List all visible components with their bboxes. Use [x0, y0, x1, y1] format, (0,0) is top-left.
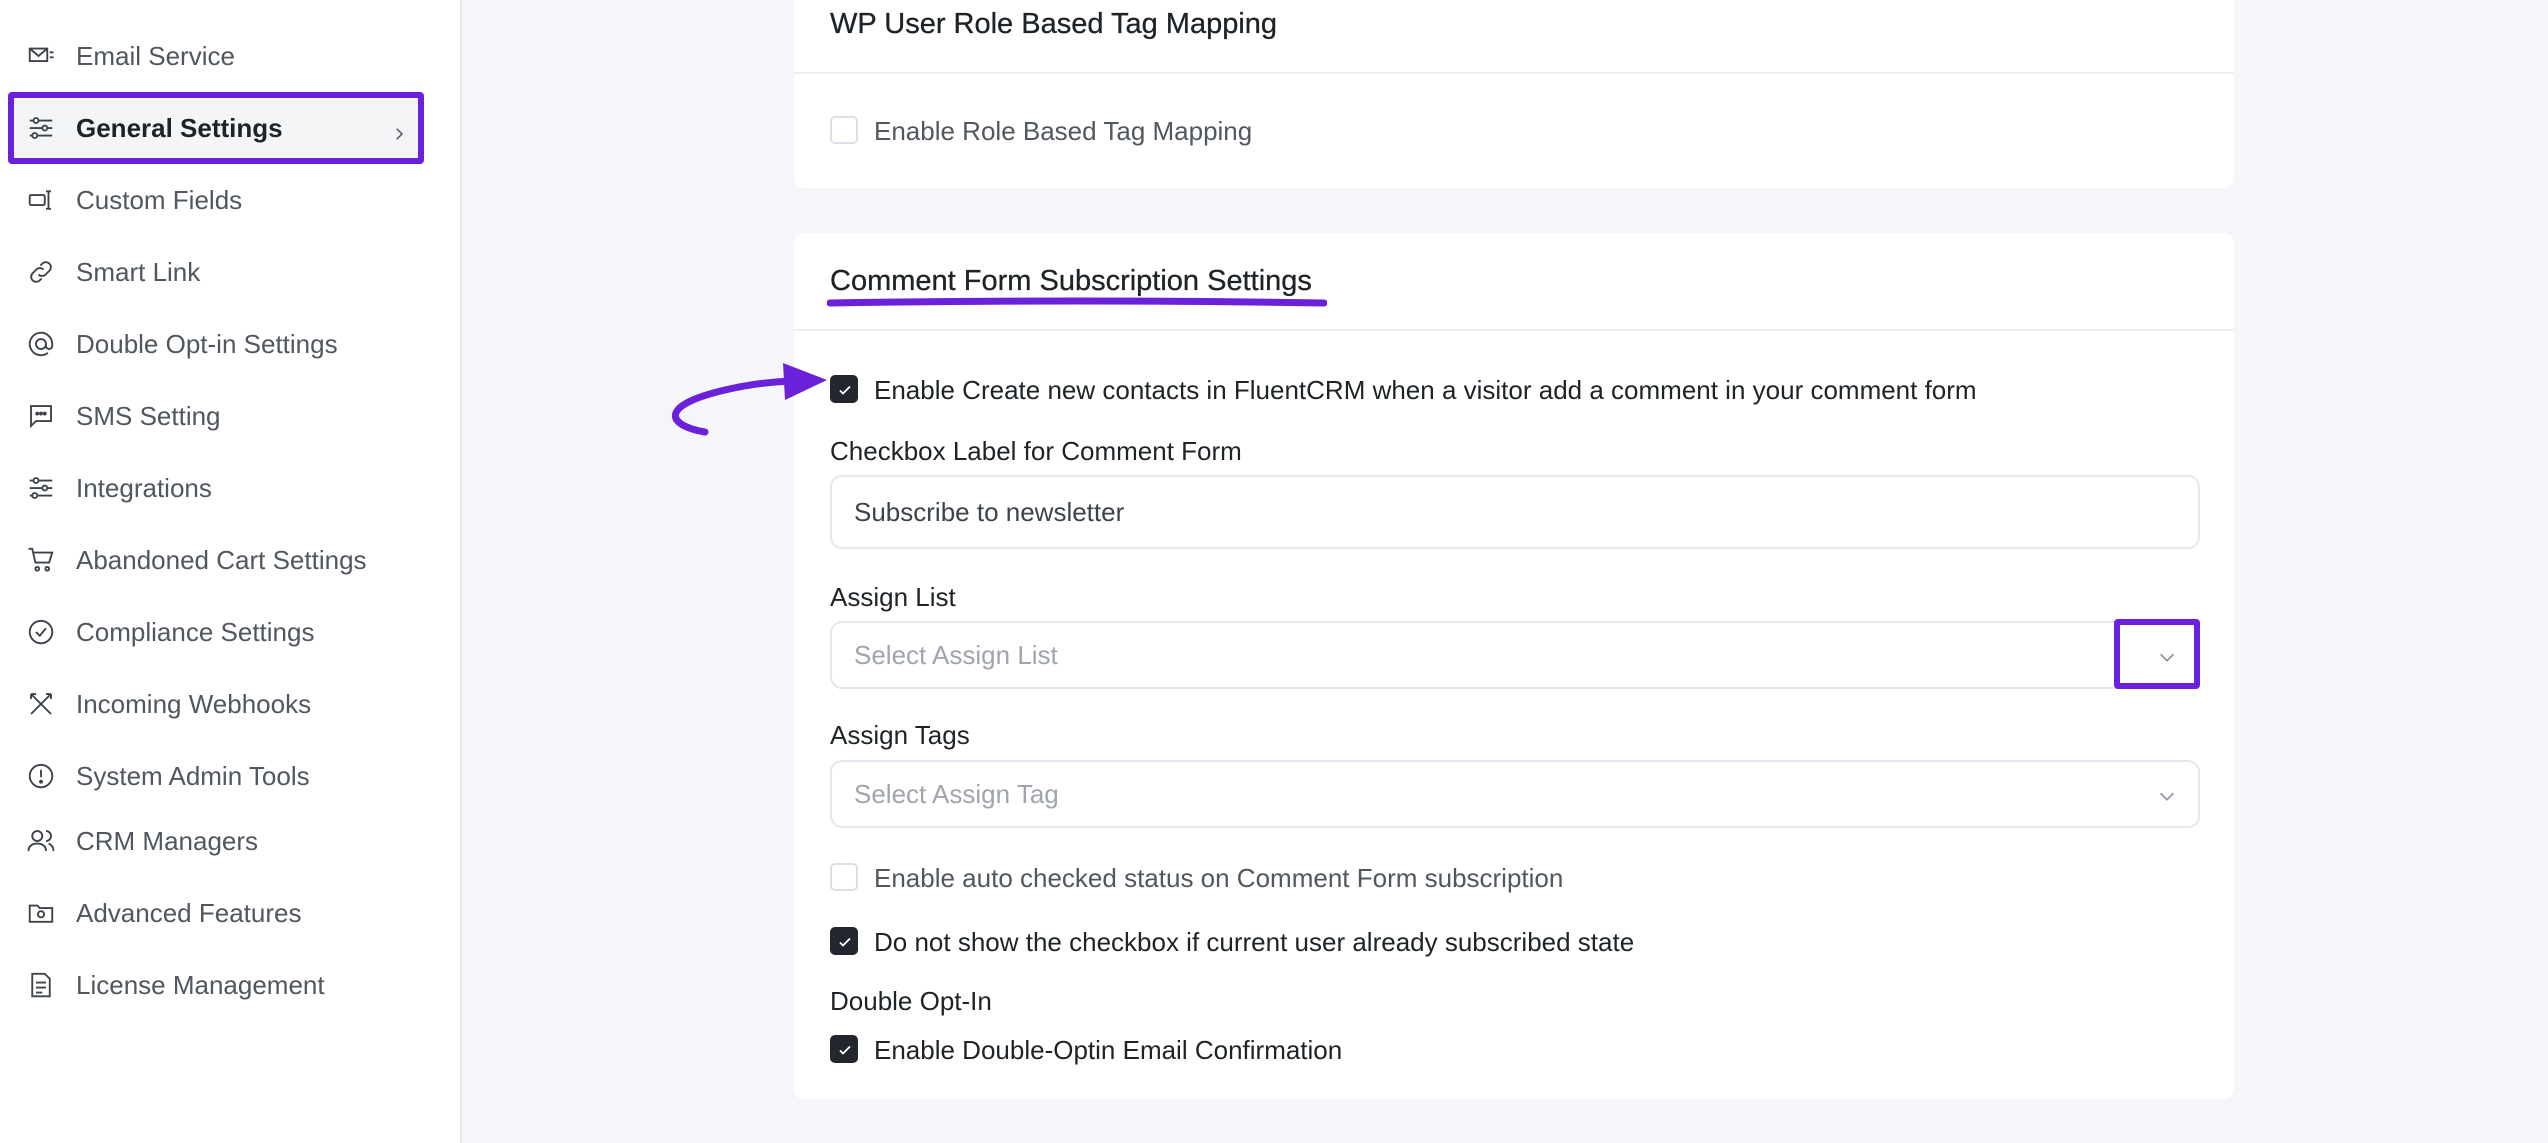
- sidebar-item-label: System Admin Tools: [76, 760, 310, 791]
- check-circle-icon: [26, 617, 56, 647]
- card-title: Comment Form Subscription Settings: [830, 265, 1312, 297]
- at-icon: [26, 329, 56, 359]
- annotation-highlight-box: [2114, 619, 2200, 689]
- role-mapping-card: WP User Role Based Tag Mapping Enable Ro…: [794, 0, 2234, 188]
- assign-list-select[interactable]: Select Assign List: [830, 619, 2200, 689]
- sliders-icon: [26, 113, 56, 143]
- assign-list-placeholder: Select Assign List: [854, 639, 1058, 670]
- sidebar-item-label: Incoming Webhooks: [76, 688, 312, 719]
- sidebar-item-label: CRM Managers: [76, 825, 259, 856]
- link-icon: [26, 257, 56, 287]
- card-header: WP User Role Based Tag Mapping: [794, 0, 2234, 74]
- double-optin-checkbox[interactable]: [830, 1035, 858, 1063]
- chevron-right-icon: [390, 119, 408, 140]
- alert-circle-icon: [26, 761, 56, 791]
- assign-tags-title: Assign Tags: [830, 720, 970, 750]
- sidebar-item-label: General Settings: [76, 112, 283, 143]
- double-optin-title: Double Opt-In: [830, 986, 992, 1016]
- sliders-icon: [26, 473, 56, 503]
- sidebar-item-label: Abandoned Cart Settings: [76, 544, 367, 575]
- sidebar-item-smart-link[interactable]: Smart Link: [8, 236, 424, 308]
- sidebar-item-general-settings[interactable]: General Settings: [8, 92, 424, 164]
- envelope-icon: [26, 41, 56, 71]
- sidebar-item-integrations[interactable]: Integrations: [8, 452, 424, 524]
- checkbox-label-input[interactable]: [830, 475, 2200, 549]
- users-icon: [26, 826, 56, 856]
- sidebar-item-label: Custom Fields: [76, 184, 243, 215]
- sidebar-item-label: Double Opt-in Settings: [76, 328, 338, 359]
- field-icon: [26, 185, 56, 215]
- folder-gear-icon: [26, 898, 56, 928]
- cart-icon: [26, 545, 56, 575]
- annotation-underline: [827, 297, 1327, 307]
- webhook-icon: [26, 689, 56, 719]
- settings-sidebar: Email Service General Settings Custom Fi…: [0, 0, 462, 1143]
- sidebar-item-label: Smart Link: [76, 256, 201, 287]
- hide-if-subscribed-label[interactable]: Do not show the checkbox if current user…: [874, 927, 1634, 958]
- assign-tags-placeholder: Select Assign Tag: [854, 778, 1059, 809]
- sidebar-item-system-admin-tools[interactable]: System Admin Tools: [8, 740, 424, 812]
- enable-role-mapping-label[interactable]: Enable Role Based Tag Mapping: [874, 116, 1252, 147]
- double-optin-label[interactable]: Enable Double-Optin Email Confirmation: [874, 1035, 1342, 1066]
- sidebar-item-compliance[interactable]: Compliance Settings: [8, 596, 424, 668]
- sidebar-item-label: License Management: [76, 969, 325, 1000]
- enable-comment-contacts-label[interactable]: Enable Create new contacts in FluentCRM …: [874, 375, 1977, 406]
- sidebar-item-label: Integrations: [76, 472, 212, 503]
- sidebar-item-double-optin[interactable]: Double Opt-in Settings: [8, 308, 424, 380]
- assign-tags-select[interactable]: Select Assign Tag: [830, 760, 2200, 828]
- check-icon: [839, 1045, 851, 1055]
- chevron-down-icon[interactable]: [2156, 783, 2178, 805]
- checkbox-label-field-title: Checkbox Label for Comment Form: [830, 436, 1242, 466]
- auto-checked-label[interactable]: Enable auto checked status on Comment Fo…: [874, 863, 1563, 894]
- sidebar-item-incoming-webhooks[interactable]: Incoming Webhooks: [8, 668, 424, 740]
- sidebar-item-label: Email Service: [76, 40, 235, 71]
- auto-checked-checkbox[interactable]: [830, 863, 858, 891]
- sidebar-item-email-service[interactable]: Email Service: [8, 20, 424, 92]
- sidebar-item-label: Advanced Features: [76, 897, 302, 928]
- sidebar-item-license-management[interactable]: License Management: [8, 949, 424, 1021]
- check-icon: [839, 937, 851, 947]
- sidebar-item-label: Compliance Settings: [76, 616, 315, 647]
- annotation-arrow-icon: [672, 363, 827, 436]
- assign-list-title: Assign List: [830, 582, 956, 612]
- document-icon: [26, 970, 56, 1000]
- card-title: WP User Role Based Tag Mapping: [830, 8, 1278, 40]
- sidebar-item-custom-fields[interactable]: Custom Fields: [8, 164, 424, 236]
- card-header: Comment Form Subscription Settings: [794, 233, 2234, 331]
- message-icon: [26, 401, 56, 431]
- sidebar-item-advanced-features[interactable]: Advanced Features: [8, 877, 424, 949]
- sidebar-item-sms-setting[interactable]: SMS Setting: [8, 380, 424, 452]
- enable-role-mapping-checkbox[interactable]: [830, 116, 858, 144]
- sidebar-item-abandoned-cart[interactable]: Abandoned Cart Settings: [8, 524, 424, 596]
- comment-form-card: Comment Form Subscription Settings Enabl…: [794, 233, 2234, 1099]
- hide-if-subscribed-checkbox[interactable]: [830, 927, 858, 955]
- sidebar-item-label: SMS Setting: [76, 400, 221, 431]
- sidebar-item-crm-managers[interactable]: CRM Managers: [8, 805, 424, 877]
